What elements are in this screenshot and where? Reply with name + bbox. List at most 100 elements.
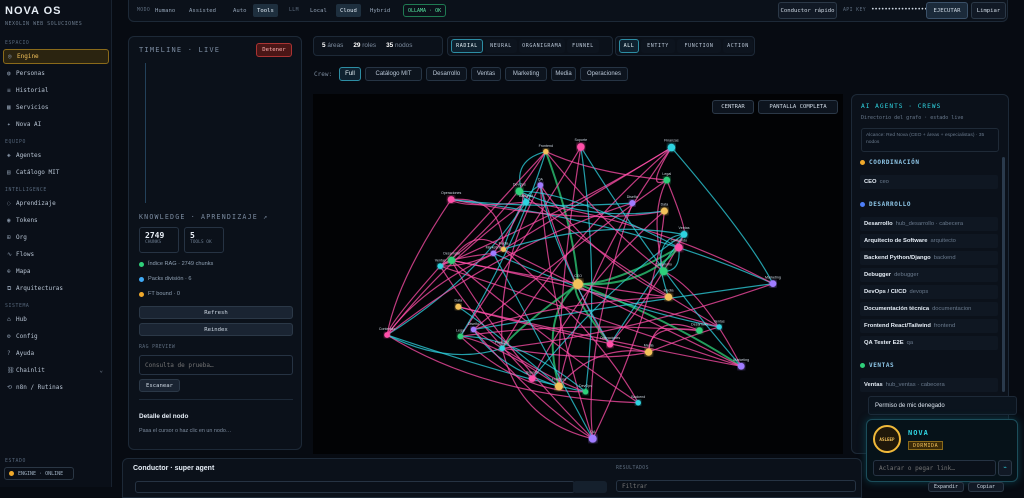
mode-assisted[interactable]: Assisted: [185, 4, 220, 17]
chevron-down-icon[interactable]: ⌄: [99, 367, 103, 374]
graph-node[interactable]: [644, 348, 653, 356]
graph-node[interactable]: [680, 231, 688, 238]
graph-node[interactable]: [606, 341, 614, 348]
expand-button[interactable]: Expandir: [928, 482, 964, 492]
nova-avatar[interactable]: ASLEEP: [873, 425, 901, 453]
graph-node[interactable]: [490, 250, 497, 257]
filter-action[interactable]: ACTION: [723, 39, 753, 53]
graph-node[interactable]: [499, 345, 505, 352]
llm-local[interactable]: Local: [306, 4, 331, 17]
reindex-button[interactable]: Reindex: [139, 323, 293, 336]
layout-neural[interactable]: NEURAL: [485, 39, 517, 53]
crew-operaciones[interactable]: Operaciones: [580, 67, 628, 81]
graph-node[interactable]: [543, 148, 549, 155]
knowledge-title[interactable]: KNOWLEDGE · APRENDIZAJE ↗: [139, 213, 268, 221]
graph-canvas[interactable]: CEO Ventas Desarrollo Marketing Media Operaci…: [313, 94, 843, 454]
graph-node[interactable]: [769, 280, 777, 288]
crew-catalogo-mit[interactable]: Catálogo MIT: [365, 67, 422, 81]
graph-node[interactable]: [457, 333, 464, 340]
mode-tools[interactable]: Tools: [253, 4, 278, 17]
sidebar-item-hub[interactable]: ⌂ Hub: [3, 312, 109, 327]
sidebar-item-catalogo-mit[interactable]: ▤ Catálogo MIT: [3, 165, 109, 180]
crew-ventas[interactable]: Ventas: [471, 67, 501, 81]
agent-row[interactable]: CEO ceo: [860, 175, 998, 189]
agent-row[interactable]: Debugger debugger: [860, 268, 998, 282]
send-icon[interactable]: ⌁: [998, 460, 1012, 476]
conductor-send-button[interactable]: [573, 481, 607, 493]
refresh-button[interactable]: Refresh: [139, 306, 293, 319]
graph-node[interactable]: [537, 182, 544, 189]
graph-node[interactable]: [659, 267, 668, 276]
scrollbar[interactable]: [1002, 157, 1005, 392]
sidebar-item-personas[interactable]: ◍ Personas: [3, 66, 109, 81]
crew-media[interactable]: Media: [551, 67, 576, 81]
sidebar-item-nova-ai[interactable]: ✦ Nova AI: [3, 117, 109, 132]
graph-node[interactable]: [582, 389, 589, 395]
sidebar-item-n8n-rutinas[interactable]: ⟲ n8n / Rutinas: [3, 380, 109, 395]
sidebar-item-arquitecturas[interactable]: ⧉ Arquitecturas: [3, 281, 109, 296]
filter-function[interactable]: FUNCTION: [677, 39, 721, 53]
graph-node[interactable]: [629, 200, 636, 207]
nova-chat-input[interactable]: [873, 460, 996, 476]
crew-full[interactable]: Full: [339, 67, 361, 81]
sidebar-item-agentes[interactable]: ◈ Agentes: [3, 148, 109, 163]
graph-node[interactable]: [384, 332, 390, 338]
agent-group-ventas[interactable]: VENTAS: [860, 362, 894, 369]
llm-hybrid[interactable]: Hybrid: [366, 4, 394, 17]
network-graph[interactable]: CEOVentasDesarrolloMarketingMediaOperaci…: [313, 94, 843, 454]
graph-node[interactable]: [635, 399, 641, 406]
graph-node[interactable]: [528, 375, 536, 382]
graph-node[interactable]: [515, 187, 524, 196]
graph-node[interactable]: [663, 176, 671, 184]
mode-humano[interactable]: Humano: [151, 4, 179, 17]
layout-radial[interactable]: RADIAL: [451, 39, 483, 53]
graph-node[interactable]: [674, 243, 683, 252]
sidebar-item-config[interactable]: ⚙ Config: [3, 329, 109, 344]
graph-node[interactable]: [696, 327, 703, 334]
scan-button[interactable]: Escanear: [139, 379, 180, 392]
graph-node[interactable]: [455, 303, 462, 310]
quick-conductor-button[interactable]: Conductor rápido: [778, 2, 837, 19]
layout-funnel[interactable]: FUNNEL: [567, 39, 599, 53]
graph-node[interactable]: [660, 207, 668, 215]
crew-desarrollo[interactable]: Desarrollo: [426, 67, 467, 81]
run-button[interactable]: EJECUTAR: [926, 2, 968, 19]
agent-group-desarrollo[interactable]: DESARROLLO: [860, 201, 911, 208]
stop-button[interactable]: Detener: [256, 43, 292, 57]
sidebar-item-org[interactable]: ⊞ Org: [3, 230, 109, 245]
graph-node[interactable]: [447, 196, 455, 204]
graph-node[interactable]: [577, 143, 585, 151]
agent-row[interactable]: DevOps / CI/CD devops: [860, 285, 998, 299]
layout-organigrama[interactable]: ORGANIGRAMA: [519, 39, 565, 53]
copy-button[interactable]: Copiar: [968, 482, 1004, 492]
conductor-input[interactable]: [135, 481, 575, 493]
sidebar-item-engine[interactable]: ◎ Engine: [3, 49, 109, 64]
graph-node[interactable]: [470, 326, 477, 333]
llm-cloud[interactable]: Cloud: [336, 4, 361, 17]
sidebar-item-mapa[interactable]: ⊕ Mapa: [3, 264, 109, 279]
graph-node[interactable]: [588, 434, 597, 443]
graph-node[interactable]: [522, 198, 530, 206]
filter-entity[interactable]: ENTITY: [641, 39, 675, 53]
graph-node[interactable]: [667, 143, 676, 152]
agent-row[interactable]: QA Tester E2E qa: [860, 336, 998, 350]
sidebar-item-tokens[interactable]: ◉ Tokens: [3, 213, 109, 228]
sidebar-item-servicios[interactable]: ▦ Servicios: [3, 100, 109, 115]
graph-node[interactable]: [664, 293, 673, 301]
crew-marketing[interactable]: Marketing: [505, 67, 547, 81]
results-filter-input[interactable]: [616, 480, 856, 492]
graph-node[interactable]: [554, 382, 563, 391]
sidebar-item-ayuda[interactable]: ? Ayuda: [3, 346, 109, 361]
filter-all[interactable]: ALL: [619, 39, 639, 53]
sidebar-item-flows[interactable]: ∿ Flows: [3, 247, 109, 262]
sidebar-item-chainlit[interactable]: ⛓ Chainlit ⌄: [3, 363, 109, 378]
agent-row[interactable]: Ventas hub_ventas · cabecera: [860, 378, 998, 392]
agent-row[interactable]: Frontend React/Tailwind frontend: [860, 319, 998, 333]
graph-node[interactable]: [437, 263, 444, 270]
graph-node[interactable]: [500, 246, 507, 252]
agent-row[interactable]: Documentación técnica documentacion: [860, 302, 998, 316]
agent-row[interactable]: Desarrollo hub_desarrollo · cabecera: [860, 217, 998, 231]
sidebar-item-aprendizaje[interactable]: ◌ Aprendizaje: [3, 196, 109, 211]
agent-group-coordinacion[interactable]: COORDINACIÓN: [860, 159, 920, 166]
agent-row[interactable]: Arquitecto de Software arquitecto: [860, 234, 998, 248]
